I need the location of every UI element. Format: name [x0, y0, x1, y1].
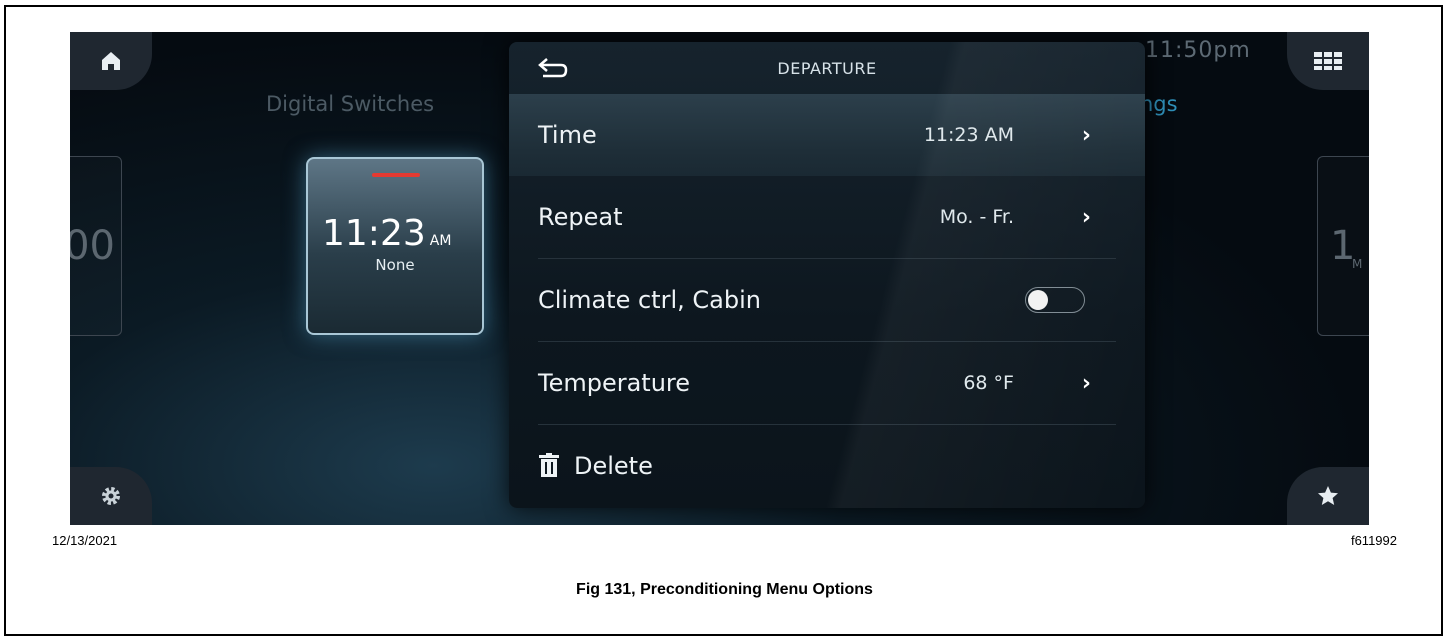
menu-row-climate[interactable]: Climate ctrl, Cabin: [509, 259, 1145, 341]
card-repeat-status: None: [375, 256, 415, 274]
favorite-star-icon: [1318, 486, 1338, 505]
side-card-right-sub: M: [1352, 257, 1363, 271]
settings-button[interactable]: [70, 467, 152, 525]
panel-title: DEPARTURE: [777, 58, 877, 78]
chevron-right-icon: ›: [1081, 370, 1091, 396]
row-label: Temperature: [538, 369, 691, 397]
panel-header: DEPARTURE: [509, 42, 1145, 94]
back-arrow-icon: [538, 58, 568, 78]
chevron-right-icon: ›: [1081, 122, 1091, 148]
trash-icon: [539, 453, 559, 477]
apps-grid-icon: [1314, 52, 1342, 70]
clock: 11:50pm: [1145, 38, 1251, 63]
departure-menu-panel: DEPARTURE Time 11:23 AM › Repeat Mo. - F…: [509, 42, 1145, 508]
row-label: Repeat: [538, 203, 623, 231]
toggle-knob: [1028, 290, 1048, 310]
settings-gear-icon: [102, 487, 120, 505]
back-button[interactable]: [537, 52, 577, 84]
active-indicator: [372, 173, 420, 177]
side-card-right[interactable]: 1 M: [1317, 156, 1369, 336]
favorites-button[interactable]: [1287, 467, 1369, 525]
card-ampm: AM: [429, 233, 452, 249]
departure-time-card[interactable]: 11:23 AM None: [306, 157, 484, 335]
menu-row-temperature[interactable]: Temperature 68 °F ›: [509, 342, 1145, 424]
row-value: 68 °F: [963, 372, 1014, 394]
home-button[interactable]: [70, 32, 152, 90]
row-value: 11:23 AM: [923, 124, 1014, 146]
row-value: Mo. - Fr.: [939, 206, 1014, 228]
row-label: Time: [538, 121, 597, 149]
apps-button[interactable]: [1287, 32, 1369, 90]
infotainment-screen: 11:50pm Digital Switches ngs 00 1 M 11:2…: [70, 32, 1369, 525]
figure-id: f611992: [1350, 533, 1397, 548]
menu-row-repeat[interactable]: Repeat Mo. - Fr. ›: [509, 176, 1145, 258]
figure-date: 12/13/2021: [52, 533, 118, 548]
card-time: 11:23 AM: [322, 213, 451, 254]
chevron-right-icon: ›: [1081, 204, 1091, 230]
row-label: Delete: [574, 452, 653, 480]
home-icon: [102, 52, 120, 70]
side-card-left-value: 00: [70, 223, 115, 269]
climate-toggle[interactable]: [1025, 287, 1085, 313]
background-menu-link: ngs: [1140, 92, 1178, 116]
menu-row-time[interactable]: Time 11:23 AM ›: [509, 94, 1145, 176]
card-time-value: 11:23: [322, 213, 426, 254]
menu-row-delete[interactable]: Delete: [509, 425, 1145, 507]
figure-caption: Fig 131, Preconditioning Menu Options: [576, 581, 873, 598]
side-card-left[interactable]: 00: [70, 156, 122, 336]
row-label: Climate ctrl, Cabin: [538, 286, 761, 314]
background-menu-title: Digital Switches: [266, 92, 435, 116]
